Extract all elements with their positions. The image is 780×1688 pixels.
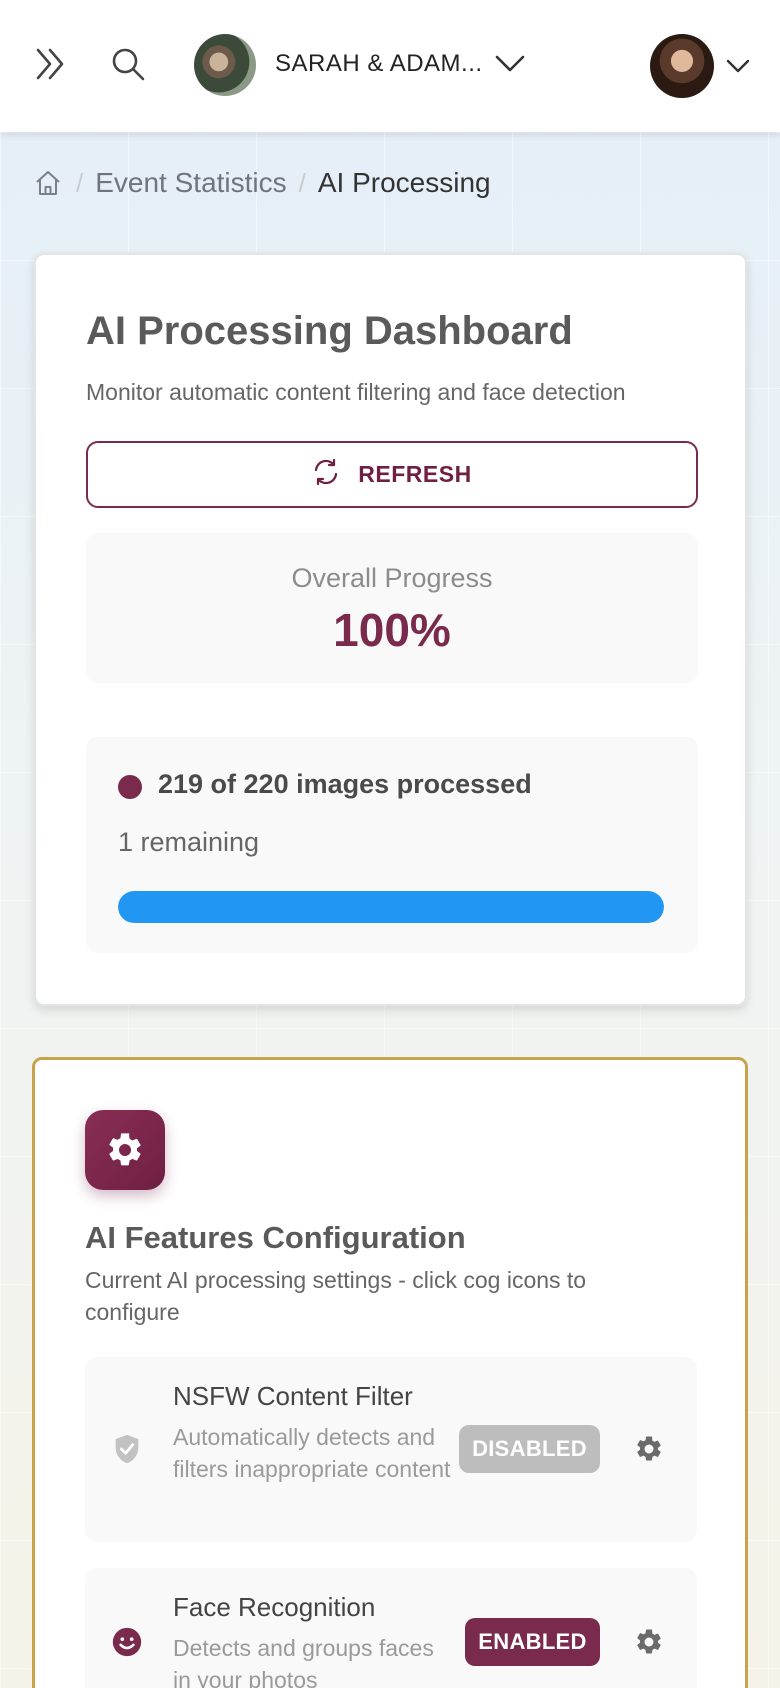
overall-progress-value: 100% <box>333 604 451 656</box>
feature-description: Automatically detects and filters inappr… <box>173 1424 451 1482</box>
user-menu-chevron-down-icon[interactable] <box>722 50 754 82</box>
config-title: AI Features Configuration <box>85 1220 466 1255</box>
breadcrumb-separator: / <box>298 167 306 198</box>
user-avatar[interactable] <box>650 34 714 98</box>
status-badge: ENABLED <box>465 1618 600 1666</box>
event-avatar[interactable] <box>194 34 256 96</box>
feature-nsfw-filter: NSFW Content Filter Automatically detect… <box>85 1357 697 1542</box>
home-icon[interactable] <box>34 168 64 198</box>
settings-cog-icon[interactable] <box>631 1624 667 1660</box>
status-badge: DISABLED <box>459 1425 600 1473</box>
overall-progress-panel: Overall Progress 100% <box>86 533 698 683</box>
remaining-count: 1 remaining <box>118 827 260 857</box>
dashboard-subtitle: Monitor automatic content filtering and … <box>86 379 626 405</box>
processed-count: 219 of 220 images processed <box>158 769 532 799</box>
double-chevron-right-icon[interactable] <box>28 42 72 86</box>
ai-features-configuration-card: AI Features Configuration Current AI pro… <box>32 1057 748 1688</box>
dashboard-title: AI Processing Dashboard <box>86 309 573 353</box>
breadcrumb-ai-processing: AI Processing <box>317 167 491 198</box>
breadcrumb-separator: / <box>76 167 84 198</box>
feature-name: NSFW Content Filter <box>173 1381 413 1411</box>
refresh-icon <box>312 458 340 492</box>
progress-bar-fill <box>118 891 664 923</box>
ai-processing-dashboard-card: AI Processing Dashboard Monitor automati… <box>34 253 747 1006</box>
refresh-label: REFRESH <box>358 461 472 487</box>
processing-status-panel: 219 of 220 images processed 1 remaining <box>86 737 698 953</box>
breadcrumb: / Event Statistics / AI Processing <box>34 162 491 204</box>
shield-check-icon <box>109 1431 145 1467</box>
event-name[interactable]: SARAH & ADAM... <box>275 50 483 78</box>
status-dot-icon <box>118 775 142 799</box>
chevron-down-icon[interactable] <box>490 44 530 84</box>
feature-name: Face Recognition <box>173 1592 376 1622</box>
feature-face-recognition: Face Recognition Detects and groups face… <box>85 1568 697 1688</box>
smiley-face-icon <box>109 1624 145 1660</box>
breadcrumb-event-statistics[interactable]: Event Statistics <box>95 167 286 199</box>
search-icon[interactable] <box>106 42 150 86</box>
refresh-button[interactable]: REFRESH <box>86 441 698 508</box>
top-bar: SARAH & ADAM... <box>0 0 780 132</box>
progress-bar <box>118 891 664 923</box>
overall-progress-label: Overall Progress <box>291 563 493 593</box>
feature-description: Detects and groups faces in your photos <box>173 1635 434 1688</box>
config-subtitle: Current AI processing settings - click c… <box>85 1267 587 1325</box>
gear-icon <box>85 1110 165 1190</box>
settings-cog-icon[interactable] <box>631 1431 667 1467</box>
